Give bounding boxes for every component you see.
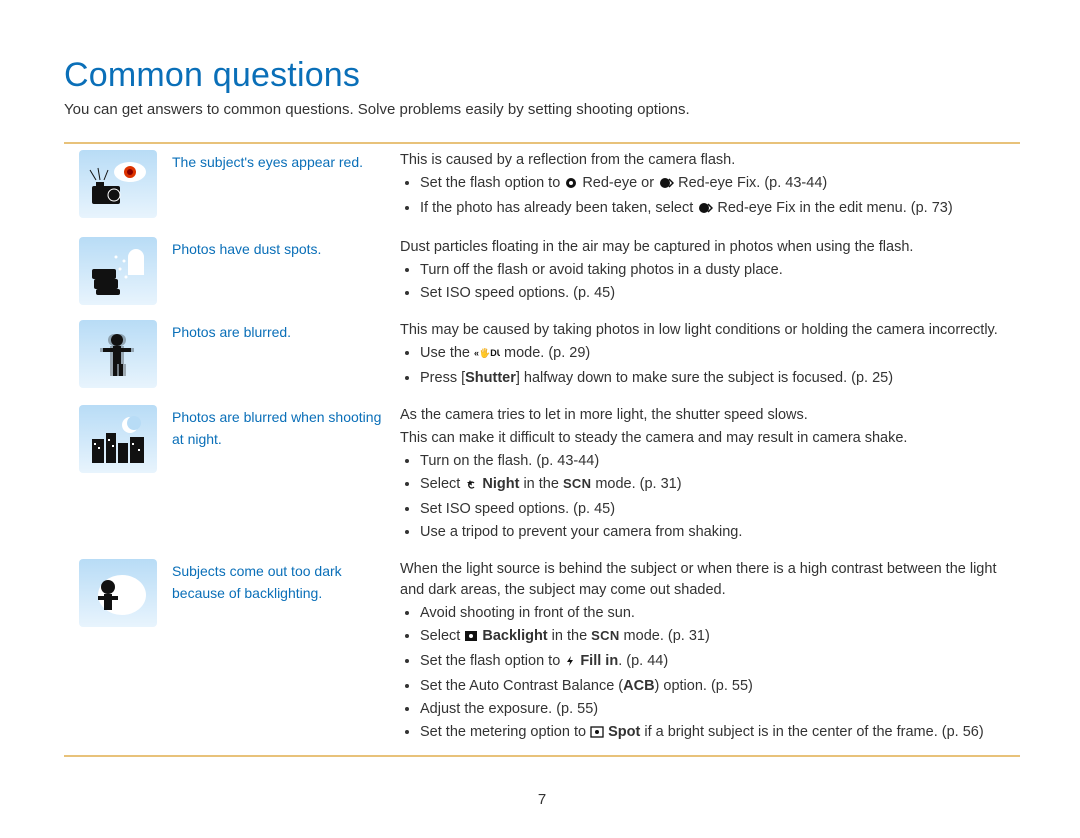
bullet: Select Backlight in the SCN mode. (p. 31… (420, 626, 1020, 649)
svg-text:«🖐DUAL: «🖐DUAL (474, 347, 500, 359)
bullet: Set ISO speed options. (p. 45) (420, 283, 1020, 304)
scn-label: SCN (591, 628, 619, 643)
lead-text-2: This can make it difficult to steady the… (400, 428, 1020, 449)
bullet: Select Night in the SCN mode. (p. 31) (420, 474, 1020, 497)
night-mode-icon (464, 476, 478, 497)
bullet: Turn off the flash or avoid taking photo… (420, 260, 1020, 281)
bullet: Set the flash option to Fill in. (p. 44) (420, 651, 1020, 674)
blurred-icon (79, 320, 157, 388)
lead-text: This is caused by a reflection from the … (400, 150, 1020, 171)
row-dust: Photos have dust spots. Dust particles f… (64, 231, 1020, 314)
desc-cell: This may be caused by taking photos in l… (400, 318, 1020, 391)
bullet: Set the metering option to Spot if a bri… (420, 722, 1020, 745)
desc-cell: Dust particles floating in the air may b… (400, 235, 1020, 306)
icon-cell (64, 318, 172, 388)
lead-text: This may be caused by taking photos in l… (400, 320, 1020, 341)
desc-cell: When the light source is behind the subj… (400, 557, 1020, 747)
backlight-mode-icon (464, 628, 478, 649)
bullet: Set the Auto Contrast Balance (ACB) opti… (420, 676, 1020, 697)
label-backlight[interactable]: Subjects come out too dark because of ba… (172, 563, 342, 601)
icon-cell (64, 148, 172, 218)
page-number: 7 (64, 757, 1020, 808)
red-eye-icon (79, 150, 157, 218)
label-cell: Photos have dust spots. (172, 235, 400, 261)
bullet: Adjust the exposure. (p. 55) (420, 699, 1020, 720)
icon-cell (64, 403, 172, 473)
bullet: Use a tripod to prevent your camera from… (420, 522, 1020, 543)
label-red-eye[interactable]: The subject's eyes appear red. (172, 154, 363, 170)
label-blurred[interactable]: Photos are blurred. (172, 324, 291, 340)
redeye-icon (564, 175, 578, 196)
label-night[interactable]: Photos are blurred when shooting at nigh… (172, 409, 381, 447)
bullet: Use the «🖐DUAL mode. (p. 29) (420, 343, 1020, 366)
backlight-icon (79, 559, 157, 627)
label-cell: Photos are blurred. (172, 318, 400, 344)
intro-text: You can get answers to common questions.… (64, 101, 1020, 118)
fillin-icon (564, 653, 576, 674)
lead-text: As the camera tries to let in more light… (400, 405, 1020, 426)
icon-cell (64, 557, 172, 627)
night-icon (79, 405, 157, 473)
label-cell: Photos are blurred when shooting at nigh… (172, 403, 400, 451)
label-cell: Subjects come out too dark because of ba… (172, 557, 400, 605)
icon-cell (64, 235, 172, 305)
bullet: Avoid shooting in front of the sun. (420, 603, 1020, 624)
desc-cell: This is caused by a reflection from the … (400, 148, 1020, 223)
bullet: If the photo has already been taken, sel… (420, 198, 1020, 221)
dust-icon (79, 237, 157, 305)
label-dust[interactable]: Photos have dust spots. (172, 241, 321, 257)
bullet: Set ISO speed options. (p. 45) (420, 499, 1020, 520)
dual-icon: «🖐DUAL (474, 345, 500, 366)
desc-cell: As the camera tries to let in more light… (400, 403, 1020, 545)
lead-text: When the light source is behind the subj… (400, 559, 1020, 601)
scn-label: SCN (563, 476, 591, 491)
row-red-eye: The subject's eyes appear red. This is c… (64, 144, 1020, 231)
row-night: Photos are blurred when shooting at nigh… (64, 399, 1020, 553)
row-backlight: Subjects come out too dark because of ba… (64, 553, 1020, 755)
bullet: Turn on the flash. (p. 43-44) (420, 451, 1020, 472)
row-blurred: Photos are blurred. This may be caused b… (64, 314, 1020, 399)
page-title: Common questions (64, 56, 1020, 95)
spot-icon (590, 724, 604, 745)
redeye-fix-icon (658, 175, 674, 196)
bullet: Press [Shutter] halfway down to make sur… (420, 368, 1020, 389)
lead-text: Dust particles floating in the air may b… (400, 237, 1020, 258)
redeye-fix-icon (697, 200, 713, 221)
bullet: Set the flash option to Red-eye or Red-e… (420, 173, 1020, 196)
label-cell: The subject's eyes appear red. (172, 148, 400, 174)
